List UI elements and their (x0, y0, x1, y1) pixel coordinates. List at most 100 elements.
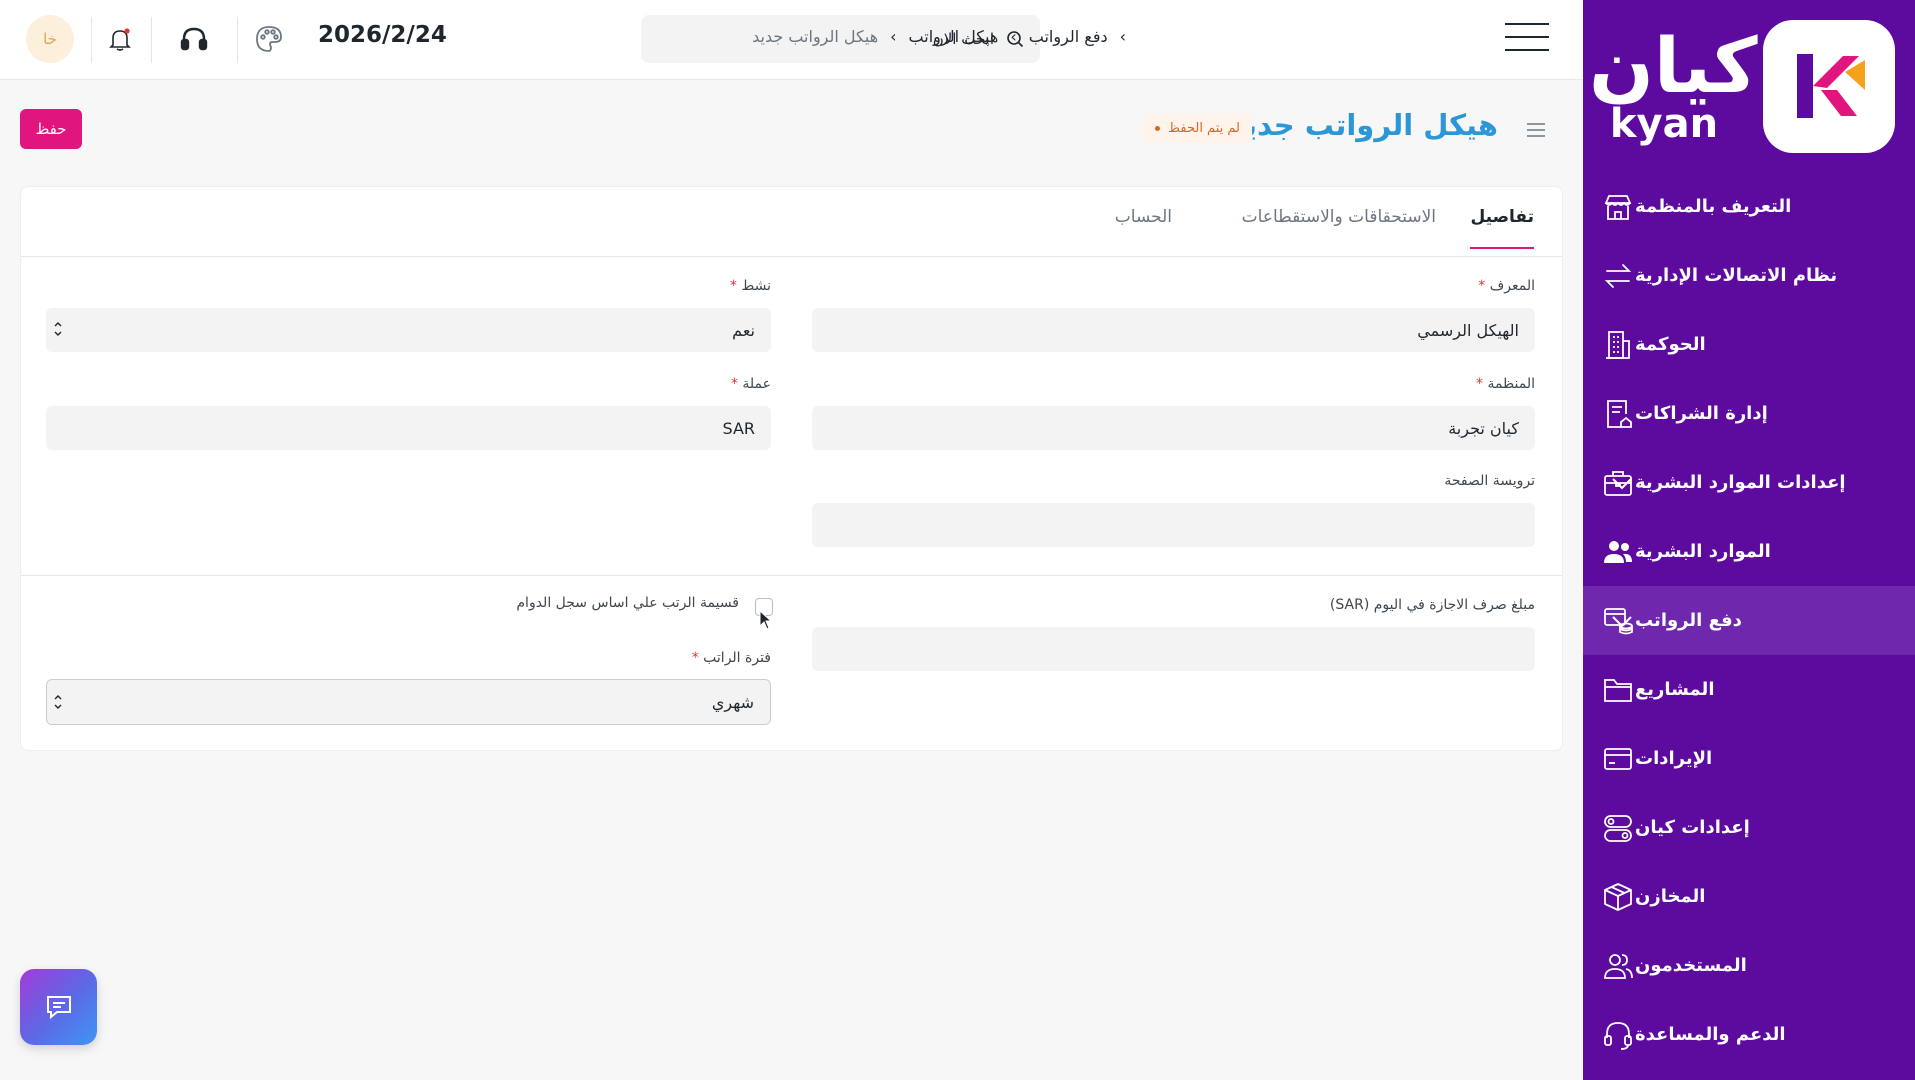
sidebar-item-partnerships[interactable]: إدارة الشراكات (1583, 379, 1915, 448)
headset-icon[interactable] (177, 22, 211, 56)
sidebar-item-label: الإيرادات (1635, 748, 1713, 769)
save-button[interactable]: حفظ (20, 109, 82, 149)
required-marker: * (730, 376, 738, 392)
building-icon (1601, 328, 1635, 362)
sidebar-item-governance[interactable]: الحوكمة (1583, 310, 1915, 379)
sidebar-item-label: المخازن (1635, 886, 1706, 907)
letterhead-field[interactable] (812, 503, 1535, 547)
tabs: تفاصيل الاستحقاقات والاستقطاعات الحساب (21, 187, 1562, 257)
sidebar-item-label: المشاريع (1635, 679, 1715, 700)
payroll-frequency-label: فترة الراتب * (692, 650, 771, 666)
sidebar-item-label: المستخدمون (1635, 955, 1747, 976)
page-title: هيكل الرواتب جديد (1229, 108, 1498, 142)
form-card: تفاصيل الاستحقاقات والاستقطاعات الحساب ا… (20, 186, 1563, 751)
organization-label-text: المنظمة (1487, 376, 1535, 392)
page-menu-icon[interactable] (1525, 119, 1547, 141)
chat-button[interactable] (20, 969, 97, 1045)
avatar[interactable]: خا (26, 15, 74, 63)
required-marker: * (691, 650, 699, 666)
topbar-divider (91, 17, 92, 63)
breadcrumb-item-current: هيكل الرواتب جديد (752, 27, 879, 46)
brand-logo[interactable] (1763, 20, 1895, 153)
card-icon (1601, 742, 1635, 776)
breadcrumb-separator: › (890, 27, 897, 46)
identifier-field[interactable] (812, 308, 1535, 352)
organization-label: المنظمة * (1476, 376, 1535, 392)
sidebar-item-label: التعريف بالمنظمة (1635, 196, 1792, 217)
box-icon (1601, 880, 1635, 914)
sidebar-item-users[interactable]: المستخدمون (1583, 931, 1915, 1000)
breadcrumb-item-salary-structure[interactable]: هيكل الرواتب (909, 27, 999, 46)
select-arrows-icon (54, 695, 62, 709)
leave-encashment-label: مبلغ صرف الاجازة في اليوم (SAR) (1329, 597, 1535, 613)
brand-name-en: kyan (1609, 101, 1719, 147)
sidebar-item-label: إعدادات الموارد البشرية (1635, 472, 1846, 493)
kyan-logo-icon (1797, 54, 1865, 118)
sidebar-item-label: دفع الرواتب (1635, 610, 1742, 631)
topbar-divider (237, 17, 238, 63)
menu-toggle-icon[interactable] (1505, 23, 1549, 55)
leave-encashment-field[interactable] (812, 627, 1535, 671)
headset-icon (1601, 1018, 1635, 1052)
chevron-down-icon[interactable] (1609, 470, 1635, 496)
sidebar-item-label: إعدادات كيان (1635, 817, 1750, 838)
select-arrows-icon (54, 322, 62, 336)
identifier-label-text: المعرف (1489, 278, 1535, 294)
mouse-cursor-icon (759, 610, 773, 630)
store-icon (1601, 190, 1635, 224)
sidebar-item-payroll[interactable]: دفع الرواتب (1583, 586, 1915, 655)
chat-icon (46, 996, 71, 1020)
sidebar-item-hr[interactable]: الموارد البشرية (1583, 517, 1915, 586)
users-icon (1601, 535, 1635, 569)
sidebar-item-support[interactable]: الدعم والمساعدة (1583, 1000, 1915, 1069)
folder-icon (1601, 673, 1635, 707)
required-marker: * (1478, 278, 1486, 294)
chevron-down-icon[interactable] (1609, 608, 1635, 634)
sidebar-item-projects[interactable]: المشاريع (1583, 655, 1915, 724)
required-marker: * (1475, 376, 1483, 392)
tab-earnings-deductions[interactable]: الاستحقاقات والاستقطاعات (1242, 207, 1436, 247)
sidebar-item-warehouses[interactable]: المخازن (1583, 862, 1915, 931)
breadcrumb-item-payroll[interactable]: دفع الرواتب (1029, 27, 1108, 46)
currency-label-text: عملة (742, 376, 771, 392)
identifier-label: المعرف * (1478, 278, 1535, 294)
active-label: نشط * (730, 278, 771, 294)
document-house-icon (1601, 397, 1635, 431)
timesheet-salary-label: قسيمة الرتب علي اساس سجل الدوام (516, 595, 739, 611)
currency-label: عملة * (731, 376, 771, 392)
brand-name-ar: كيان (1589, 21, 1758, 110)
current-date: 2026/2/24 (318, 22, 447, 48)
sidebar-item-label: إدارة الشراكات (1635, 403, 1768, 424)
sidebar-item-kyan-settings[interactable]: إعدادات كيان (1583, 793, 1915, 862)
sidebar-item-hr-settings[interactable]: إعدادات الموارد البشرية (1583, 448, 1915, 517)
sidebar-item-label: الموارد البشرية (1635, 541, 1771, 562)
sidebar-item-label: الحوكمة (1635, 334, 1706, 355)
letterhead-label: ترويسة الصفحة (1444, 473, 1535, 489)
payroll-frequency-select[interactable]: شهري (46, 679, 771, 725)
breadcrumb-separator: › (1119, 27, 1126, 46)
sidebar: كيان kyan التعريف بالمنظمة نظام الاتصالا… (1583, 0, 1915, 1080)
payroll-frequency-value: شهري (711, 692, 754, 712)
tab-account[interactable]: الحساب (1115, 207, 1172, 247)
status-dot (1155, 125, 1161, 131)
sidebar-item-revenues[interactable]: الإيرادات (1583, 724, 1915, 793)
organization-field[interactable] (812, 406, 1535, 450)
currency-field[interactable] (46, 406, 771, 450)
breadcrumb-separator: › (1010, 27, 1017, 46)
status-text: لم يتم الحفظ (1168, 120, 1240, 136)
tab-details[interactable]: تفاصيل (1470, 207, 1534, 249)
section-divider (21, 575, 1562, 576)
brand-name: كيان kyan (1589, 21, 1758, 147)
payroll-frequency-label-text: فترة الراتب (703, 650, 771, 666)
bell-icon[interactable] (103, 22, 137, 56)
active-select[interactable]: نعم (46, 308, 771, 352)
sidebar-nav: التعريف بالمنظمة نظام الاتصالات الإدارية… (1583, 172, 1915, 1069)
arrows-swap-icon (1601, 259, 1635, 293)
user-group-icon (1601, 949, 1635, 983)
palette-icon[interactable] (252, 22, 286, 56)
active-label-text: نشط (741, 278, 771, 294)
sidebar-item-communications[interactable]: نظام الاتصالات الإدارية (1583, 241, 1915, 310)
required-marker: * (729, 278, 737, 294)
toggles-icon (1601, 811, 1635, 845)
sidebar-item-organization[interactable]: التعريف بالمنظمة (1583, 172, 1915, 241)
